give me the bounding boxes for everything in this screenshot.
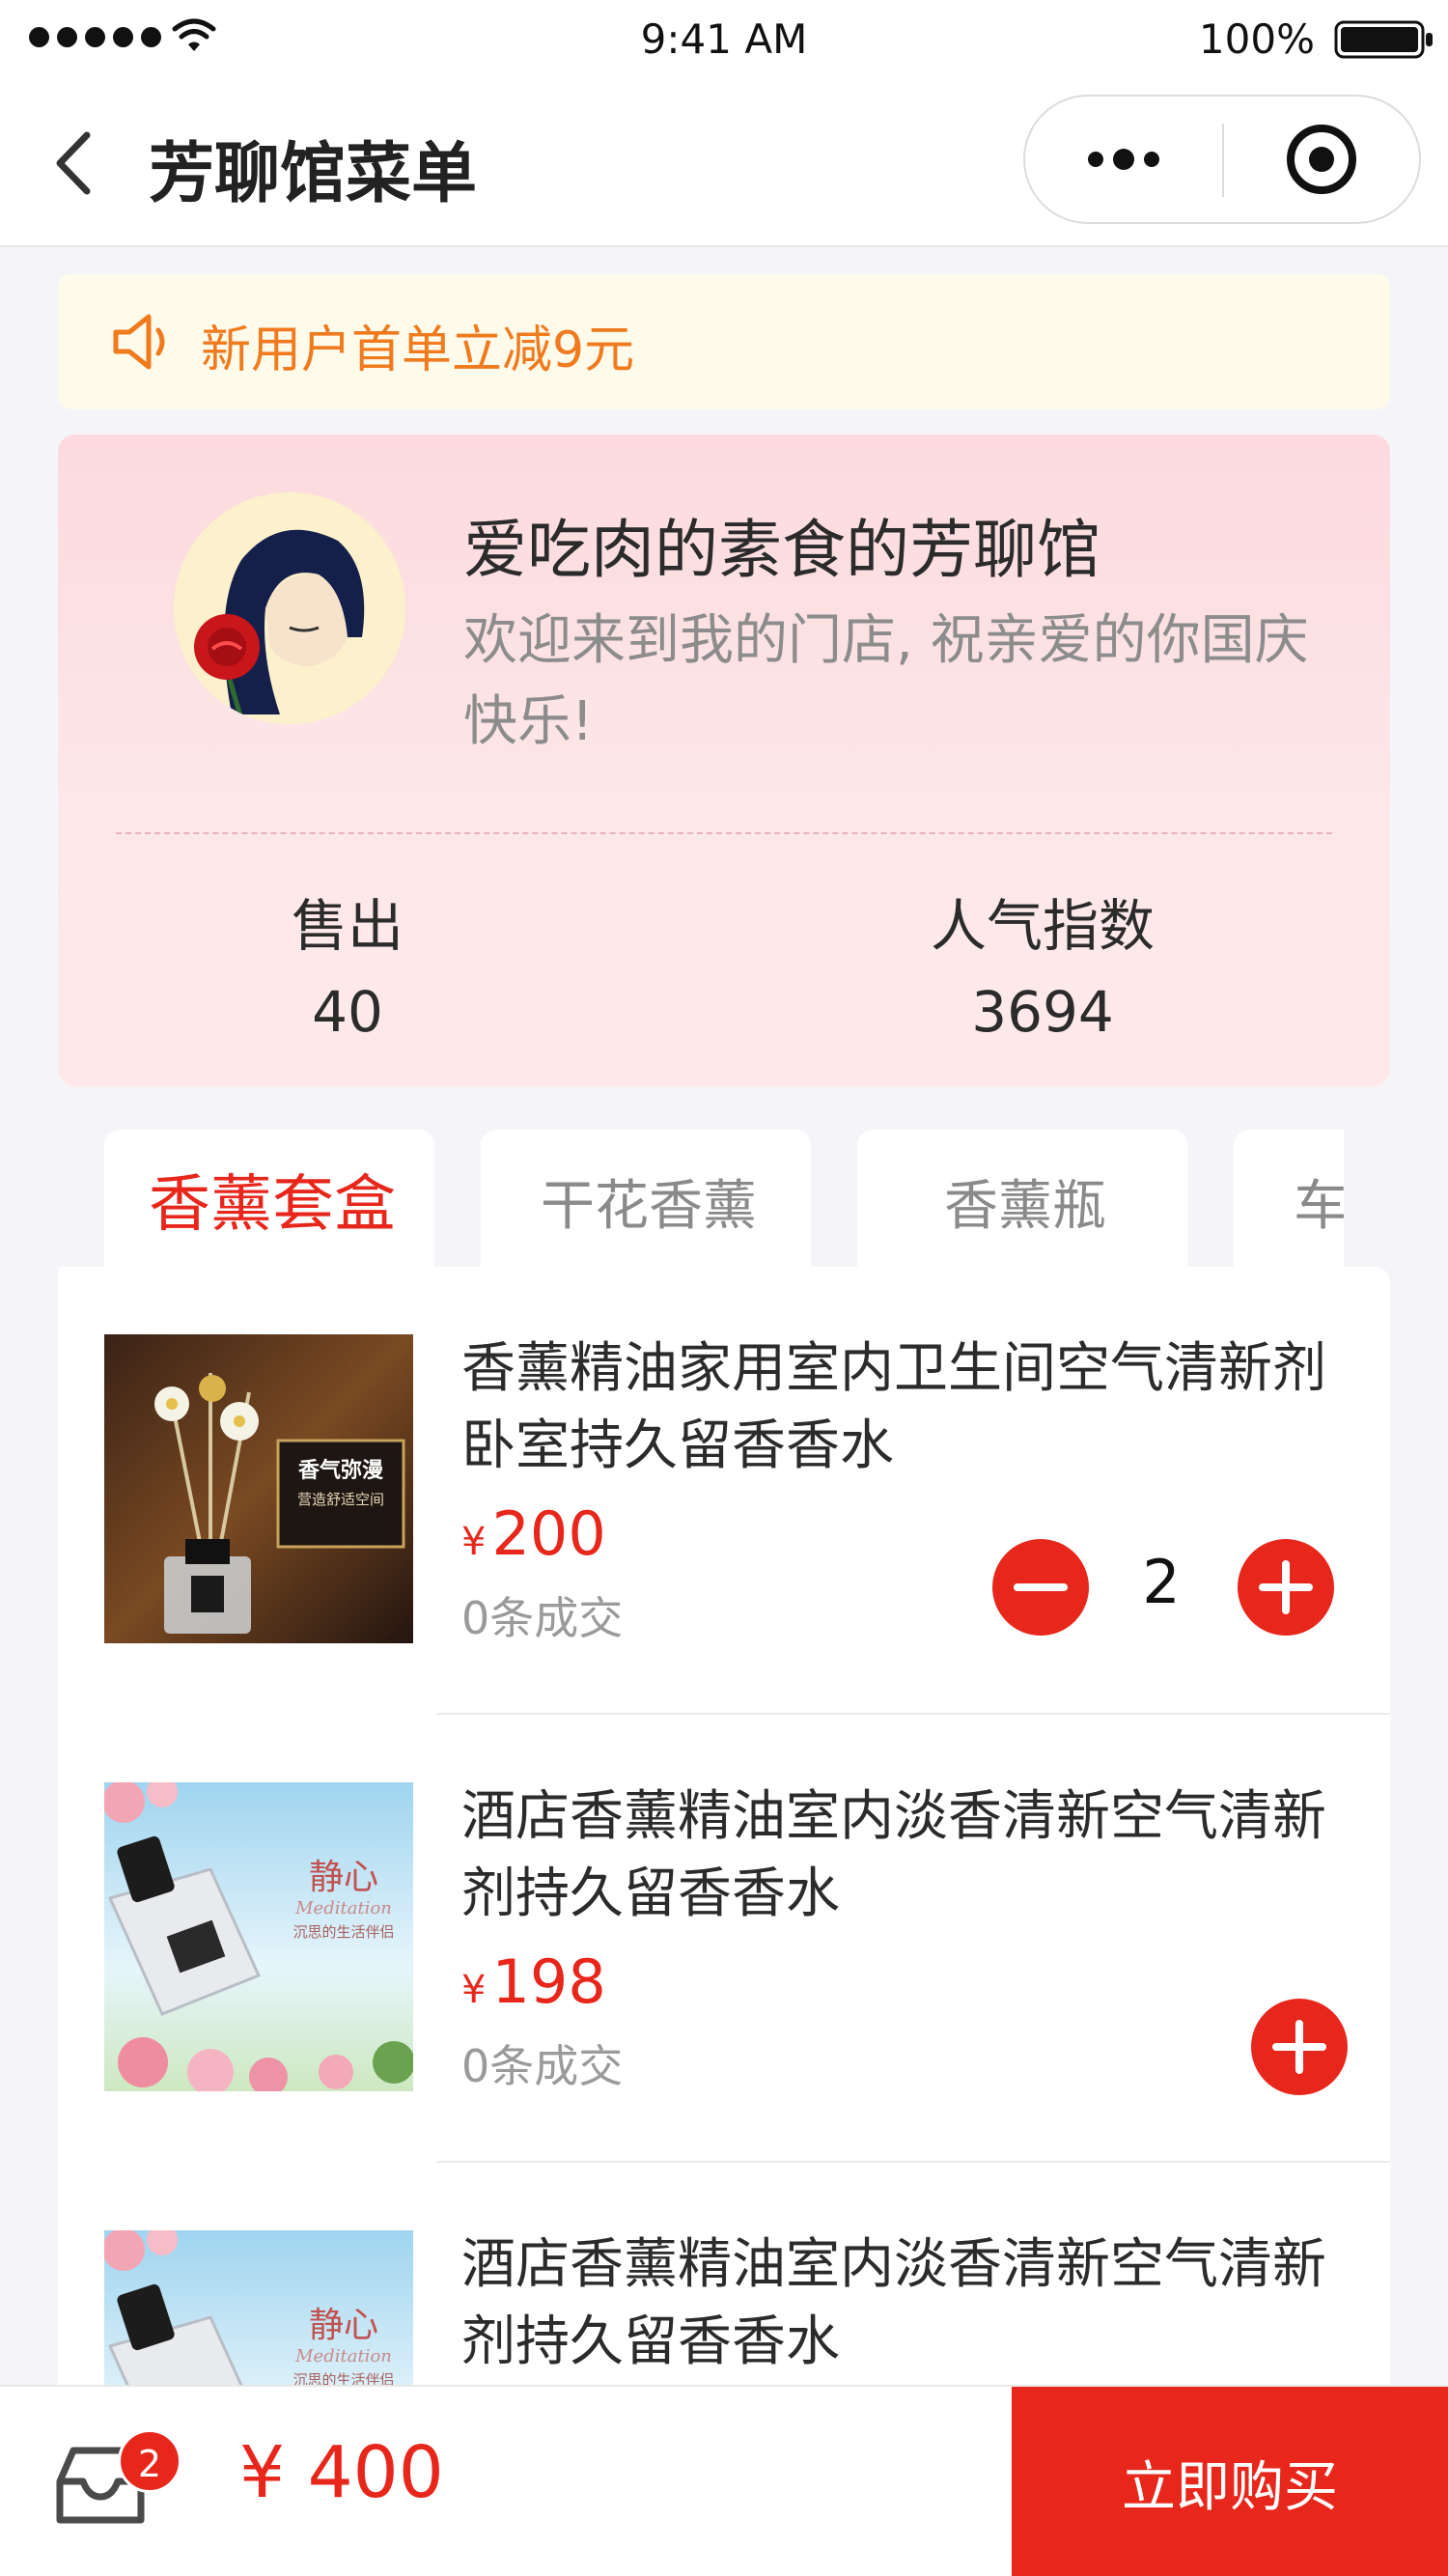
photo-caption-sub: 营造舒适空间 bbox=[297, 1491, 384, 1508]
meditation-diffuser-photo: 静心 Meditation 沉思的生活伴侣 bbox=[104, 2230, 413, 2387]
product-list: 香气弥漫 营造舒适空间 香薰精油家用室内卫生间空气清新剂卧室持久留香香水 ¥20… bbox=[58, 1267, 1390, 2387]
product-name[interactable]: 酒店香薰精油室内淡香清新空气清新剂持久留香香水 bbox=[461, 1778, 1350, 1933]
battery-percentage: 100% bbox=[1198, 15, 1315, 63]
meditation-diffuser-photo: 静心 Meditation 沉思的生活伴侣 bbox=[104, 1782, 413, 2091]
minus-icon bbox=[1014, 1583, 1068, 1591]
quantity-value: 2 bbox=[1142, 1547, 1181, 1617]
photo-caption-sub: 沉思的生活伴侣 bbox=[292, 1923, 394, 1941]
stat-popularity: 人气指数 3694 bbox=[849, 881, 1236, 1045]
product-item[interactable]: 静心 Meditation 沉思的生活伴侣 酒店香薰精油室内淡香清新空气清新剂持… bbox=[58, 1715, 1390, 2163]
promo-notice-bar[interactable]: 新用户首单立减9元 bbox=[58, 274, 1390, 409]
stat-sold: 售出 40 bbox=[154, 881, 541, 1045]
speaker-icon bbox=[113, 314, 165, 370]
page-title: 芳聊馆菜单 bbox=[149, 136, 478, 212]
diffuser-photo: 香气弥漫 营造舒适空间 bbox=[104, 1334, 413, 1643]
product-image[interactable]: 静心 Meditation 沉思的生活伴侣 bbox=[104, 1782, 413, 2091]
tab-dried-flower-aroma[interactable]: 干花香薰 bbox=[481, 1130, 811, 1267]
stat-popularity-label: 人气指数 bbox=[930, 893, 1155, 959]
category-tabs: 香薰套盒 干花香薰 香薰瓶 车 bbox=[58, 1130, 1344, 1267]
product-price: ¥200 bbox=[461, 1498, 606, 1569]
store-avatar[interactable] bbox=[174, 492, 405, 724]
checkout-bar: 2 ¥ 400 立即购买 bbox=[0, 2385, 1448, 2576]
stat-sold-label: 售出 bbox=[291, 893, 404, 959]
increase-quantity-button[interactable] bbox=[1238, 1539, 1334, 1636]
photo-caption-title: 静心 bbox=[309, 2306, 378, 2345]
product-deals: 0条成交 bbox=[461, 2040, 624, 2092]
product-price: ¥198 bbox=[461, 1946, 606, 2017]
cart-total-price: ¥ 400 bbox=[239, 2431, 444, 2514]
photo-caption-en: Meditation bbox=[294, 1898, 392, 1918]
store-divider bbox=[116, 832, 1332, 834]
product-image[interactable]: 香气弥漫 营造舒适空间 bbox=[104, 1334, 413, 1643]
currency-symbol: ¥ bbox=[461, 1968, 487, 2012]
product-name[interactable]: 香薰精油家用室内卫生间空气清新剂卧室持久留香香水 bbox=[461, 1330, 1350, 1485]
store-name: 爱吃肉的素食的芳聊馆 bbox=[463, 513, 1100, 587]
currency-symbol: ¥ bbox=[461, 1520, 487, 1564]
more-options-button[interactable] bbox=[1025, 97, 1222, 222]
back-arrow-icon[interactable] bbox=[48, 129, 106, 197]
decrease-quantity-button[interactable] bbox=[992, 1539, 1089, 1636]
add-to-cart-button[interactable] bbox=[1251, 1999, 1348, 2095]
product-image[interactable]: 静心 Meditation 沉思的生活伴侣 bbox=[104, 2230, 413, 2387]
tab-car[interactable]: 车 bbox=[1234, 1130, 1344, 1267]
battery-icon bbox=[1334, 20, 1433, 59]
navigation-bar: 芳聊馆菜单 bbox=[0, 79, 1448, 247]
photo-caption-title: 香气弥漫 bbox=[298, 1458, 383, 1483]
cart-count-badge: 2 bbox=[118, 2429, 181, 2493]
plus-icon bbox=[1295, 2020, 1303, 2074]
product-item[interactable]: 香气弥漫 营造舒适空间 香薰精油家用室内卫生间空气清新剂卧室持久留香香水 ¥20… bbox=[58, 1267, 1390, 1715]
product-name[interactable]: 酒店香薰精油室内淡香清新空气清新剂持久留香香水 bbox=[461, 2226, 1350, 2381]
store-info-card: 爱吃肉的素食的芳聊馆 欢迎来到我的门店, 祝亲爱的你国庆快乐! 售出 40 人气… bbox=[58, 434, 1390, 1087]
mini-program-capsule bbox=[1023, 95, 1421, 224]
target-close-icon bbox=[1287, 125, 1356, 194]
tab-aroma-bottle[interactable]: 香薰瓶 bbox=[857, 1130, 1187, 1267]
tab-aroma-gift-box[interactable]: 香薰套盒 bbox=[104, 1130, 434, 1267]
price-value: 198 bbox=[491, 1946, 606, 2017]
notice-text: 新用户首单立减9元 bbox=[201, 322, 635, 379]
price-value: 200 bbox=[491, 1498, 606, 1569]
photo-caption-en: Meditation bbox=[294, 2346, 392, 2366]
status-bar: 9:41 AM 100% bbox=[0, 0, 1448, 79]
plus-icon bbox=[1282, 1560, 1290, 1614]
close-mini-program-button[interactable] bbox=[1224, 97, 1419, 222]
stat-sold-value: 40 bbox=[312, 979, 383, 1045]
photo-caption-title: 静心 bbox=[309, 1858, 378, 1897]
buy-now-button[interactable]: 立即购买 bbox=[1012, 2387, 1448, 2576]
product-item[interactable]: 静心 Meditation 沉思的生活伴侣 酒店香薰精油室内淡香清新空气清新剂持… bbox=[58, 2163, 1390, 2387]
product-deals: 0条成交 bbox=[461, 1592, 624, 1644]
avatar-illustration bbox=[174, 492, 405, 724]
stat-popularity-value: 3694 bbox=[971, 979, 1114, 1045]
store-description: 欢迎来到我的门店, 祝亲爱的你国庆快乐! bbox=[463, 609, 1309, 753]
